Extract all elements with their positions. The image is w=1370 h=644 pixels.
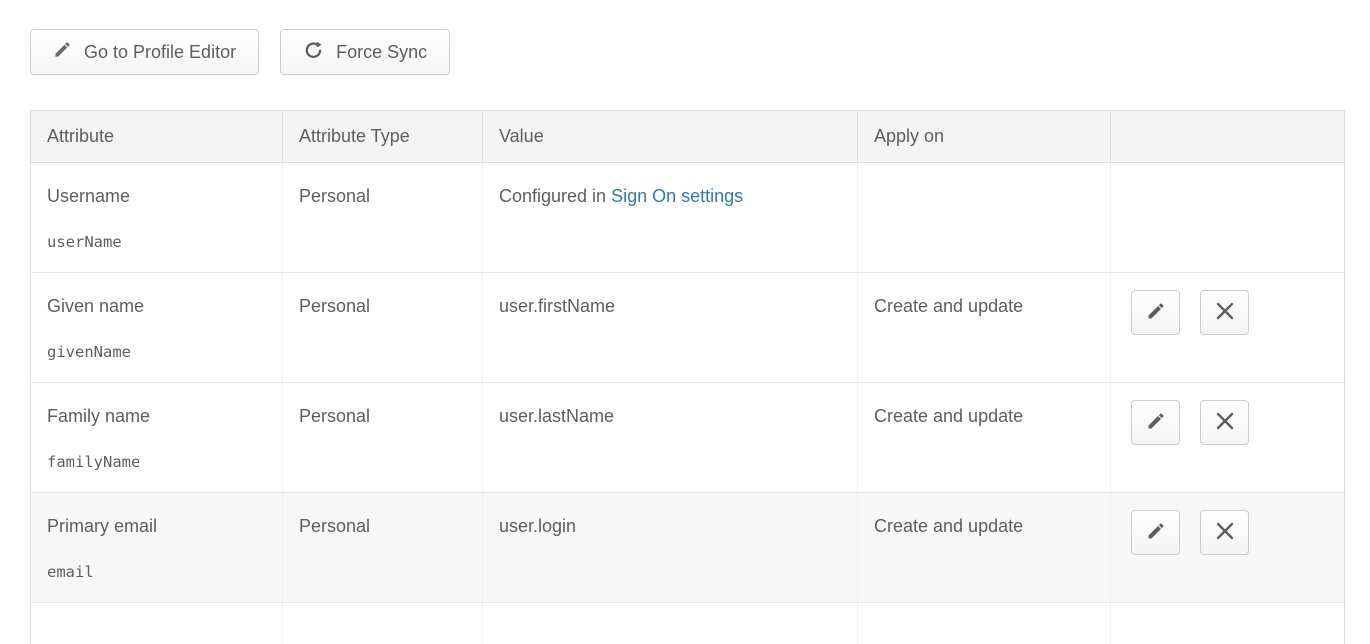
sign-on-settings-link[interactable]: Sign On settings xyxy=(611,186,743,206)
edit-attribute-button[interactable] xyxy=(1131,400,1180,445)
table-row-username: Username userName Personal Configured in… xyxy=(31,163,1345,273)
attribute-type-cell: Personal xyxy=(283,383,483,493)
x-icon xyxy=(1216,302,1234,323)
attribute-label: Family name xyxy=(47,406,150,426)
attribute-label: Username xyxy=(47,186,130,206)
force-sync-label: Force Sync xyxy=(336,42,427,63)
attribute-variable-name: familyName xyxy=(47,453,266,471)
value-cell: user.lastName xyxy=(483,383,858,493)
column-header-attribute-type: Attribute Type xyxy=(283,111,483,163)
value-cell: Configured in Sign On settings xyxy=(483,163,858,273)
value-cell: user.firstName xyxy=(483,273,858,383)
pencil-icon xyxy=(53,40,72,64)
remove-attribute-button[interactable] xyxy=(1200,510,1249,555)
column-header-value: Value xyxy=(483,111,858,163)
apply-on-cell: Create and update xyxy=(858,273,1111,383)
toolbar: Go to Profile Editor Force Sync xyxy=(30,29,1344,75)
apply-on-cell: Create and update xyxy=(858,493,1111,603)
attribute-type-cell: Personal xyxy=(283,163,483,273)
table-row-partial xyxy=(31,603,1345,644)
attribute-mapping-table: Attribute Attribute Type Value Apply on … xyxy=(30,110,1345,644)
column-header-attribute: Attribute xyxy=(31,111,283,163)
value-text: Configured in xyxy=(499,186,611,206)
pencil-icon xyxy=(1146,521,1166,544)
go-to-profile-editor-label: Go to Profile Editor xyxy=(84,42,236,63)
table-header: Attribute Attribute Type Value Apply on xyxy=(31,111,1345,163)
remove-attribute-button[interactable] xyxy=(1200,400,1249,445)
attribute-variable-name: email xyxy=(47,563,266,581)
table-row-primary-email: Primary email email Personal user.login … xyxy=(31,493,1345,603)
x-icon xyxy=(1216,412,1234,433)
table-row-family-name: Family name familyName Personal user.las… xyxy=(31,383,1345,493)
attribute-label: Given name xyxy=(47,296,144,316)
attribute-variable-name: givenName xyxy=(47,343,266,361)
refresh-sync-icon xyxy=(303,39,324,65)
attribute-type-cell: Personal xyxy=(283,273,483,383)
attribute-mappings-page: Go to Profile Editor Force Sync Attribut… xyxy=(0,0,1370,644)
go-to-profile-editor-button[interactable]: Go to Profile Editor xyxy=(30,29,259,75)
apply-on-cell: Create and update xyxy=(858,383,1111,493)
attribute-type-cell: Personal xyxy=(283,493,483,603)
edit-attribute-button[interactable] xyxy=(1131,510,1180,555)
attribute-label: Primary email xyxy=(47,516,157,536)
column-header-apply-on: Apply on xyxy=(858,111,1111,163)
table-row-given-name: Given name givenName Personal user.first… xyxy=(31,273,1345,383)
edit-attribute-button[interactable] xyxy=(1131,290,1180,335)
remove-attribute-button[interactable] xyxy=(1200,290,1249,335)
x-icon xyxy=(1216,522,1234,543)
attribute-variable-name: userName xyxy=(47,233,266,251)
apply-on-cell xyxy=(858,163,1111,273)
pencil-icon xyxy=(1146,301,1166,324)
value-cell: user.login xyxy=(483,493,858,603)
pencil-icon xyxy=(1146,411,1166,434)
column-header-actions xyxy=(1111,111,1345,163)
force-sync-button[interactable]: Force Sync xyxy=(280,29,450,75)
